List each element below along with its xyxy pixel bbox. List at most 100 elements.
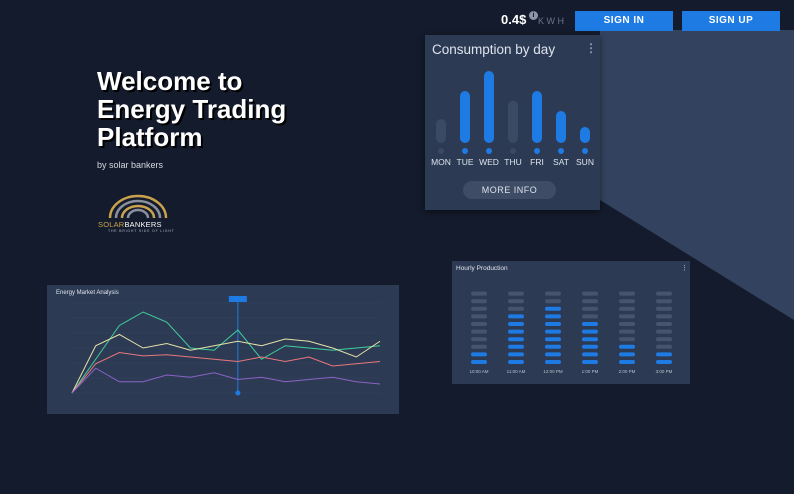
hourly-chart: 10:00 AM 11:00 AM 12:00 PM 1:00 PM 2:00 PM 3:…: [469, 291, 673, 374]
energy-unit: KWH: [538, 16, 567, 26]
hero-subtitle: by solar bankers: [97, 160, 164, 170]
hourly-bar-segment: [545, 329, 561, 334]
hourly-bar-segment: [508, 322, 524, 326]
hourly-bar-segment: [471, 306, 487, 311]
logo-word-bankers: BANKERS: [124, 220, 162, 229]
market-title: Energy Market Analysis: [56, 290, 119, 296]
market-cursor-tag: [228, 296, 247, 302]
hourly-bar-segment: [582, 329, 598, 334]
hourly-bar-segment: [619, 344, 635, 349]
market-cursor-dot: [235, 390, 241, 396]
consumption-dot: [510, 148, 516, 154]
consumption-dot: [462, 148, 468, 154]
hourly-title: Hourly Production: [456, 265, 508, 272]
hourly-bar-segment: [582, 299, 598, 304]
hourly-bar-segment: [508, 352, 524, 357]
consumption-dot: [534, 148, 540, 154]
hourly-bar-segment: [619, 291, 635, 296]
hourly-bar-segment: [471, 291, 487, 296]
hourly-time-label: 10:00 AM: [469, 369, 488, 374]
hourly-bar-segment: [471, 360, 487, 364]
hourly-time-label: 2:00 PM: [619, 369, 636, 374]
consumption-bar: [436, 119, 446, 143]
hourly-bar-segment: [545, 299, 561, 304]
consumption-day-label: WED: [479, 157, 499, 167]
market-series-line: [71, 333, 381, 394]
more-info-button[interactable]: MORE INFO: [463, 181, 556, 199]
hourly-bar-segment: [656, 344, 672, 349]
hourly-bar-segment: [656, 299, 672, 304]
hourly-bar-segment: [582, 360, 598, 364]
hourly-bar-segment: [619, 329, 635, 334]
more-vert-icon[interactable]: ⋮: [681, 264, 688, 272]
consumption-dot: [486, 148, 492, 154]
hourly-bar-segment: [582, 344, 598, 349]
hourly-bar-segment: [508, 360, 524, 364]
consumption-dot: [582, 148, 588, 154]
hourly-bar-segment: [508, 291, 524, 296]
consumption-bar: [508, 100, 518, 143]
consumption-day-label: SAT: [553, 157, 569, 167]
consumption-bar: [556, 111, 566, 143]
info-icon[interactable]: i: [529, 11, 538, 20]
hero-title: Welcome to Energy Trading Platform: [97, 66, 287, 152]
hourly-bar-segment: [582, 322, 598, 326]
hourly-bar-segment: [619, 322, 635, 326]
hourly-card: 10:00 AM 11:00 AM 12:00 PM 1:00 PM 2:00 PM 3:…: [452, 261, 690, 384]
hourly-bar-segment: [619, 352, 635, 357]
consumption-bar: [460, 91, 470, 143]
logo-wordmark: SOLARBANKERS: [98, 220, 172, 229]
hourly-bar-segment: [545, 291, 561, 296]
hourly-time-label: 3:00 PM: [656, 369, 673, 374]
hourly-bar-segment: [619, 337, 635, 342]
consumption-day-label: TUE: [457, 157, 474, 167]
sign-in-button[interactable]: SIGN IN: [575, 11, 673, 31]
hourly-bar-segment: [545, 344, 561, 349]
logo-word-solar: SOLAR: [98, 220, 125, 229]
hourly-time-label: 11:00 AM: [507, 369, 526, 374]
hourly-bar-segment: [545, 306, 561, 311]
hourly-bar-segment: [545, 352, 561, 357]
hourly-bar-segment: [471, 352, 487, 357]
hourly-bar-segment: [545, 360, 561, 364]
hourly-bar-segment: [508, 299, 524, 304]
hourly-bar-segment: [508, 329, 524, 334]
hourly-bar-segment: [656, 322, 672, 326]
hourly-bar-segment: [508, 314, 524, 319]
hourly-bar-segment: [545, 314, 561, 319]
consumption-day-label: SUN: [576, 157, 594, 167]
hourly-bar-segment: [619, 314, 635, 319]
logo-tagline: THE BRIGHT SIDE OF LIGHT: [108, 229, 175, 233]
hourly-bar-segment: [656, 314, 672, 319]
hourly-bar-segment: [656, 360, 672, 364]
hourly-bar-segment: [545, 337, 561, 342]
hourly-bar-segment: [656, 291, 672, 296]
consumption-card: MON TUE WED THU FRI SAT SUN Consumption by day…: [425, 35, 600, 210]
consumption-bar: [532, 91, 542, 143]
consumption-dot: [558, 148, 564, 154]
consumption-title: Consumption by day: [432, 42, 556, 57]
hourly-bar-segment: [656, 337, 672, 342]
hourly-bar-segment: [582, 314, 598, 319]
hourly-bar-segment: [582, 291, 598, 296]
hourly-bar-segment: [508, 337, 524, 342]
market-chart: [71, 296, 381, 396]
hourly-bar-segment: [619, 360, 635, 364]
consumption-day-label: THU: [504, 157, 521, 167]
market-card: Energy Market Analysis: [47, 285, 399, 414]
hourly-time-label: 1:00 PM: [582, 369, 599, 374]
market-series-line: [71, 367, 381, 394]
hourly-bar-segment: [471, 344, 487, 349]
consumption-day-label: MON: [431, 157, 451, 167]
hourly-time-label: 12:00 PM: [543, 369, 563, 374]
hourly-bar-segment: [471, 322, 487, 326]
hourly-bar-segment: [582, 306, 598, 311]
consumption-bar: [580, 127, 590, 143]
hourly-bar-segment: [471, 329, 487, 334]
consumption-dot: [438, 148, 444, 154]
sign-up-button[interactable]: SIGN UP: [682, 11, 780, 31]
hourly-bar-segment: [656, 306, 672, 311]
hourly-bar-segment: [582, 352, 598, 357]
hourly-bar-segment: [545, 322, 561, 326]
more-vert-icon[interactable]: ⋮: [585, 41, 597, 55]
